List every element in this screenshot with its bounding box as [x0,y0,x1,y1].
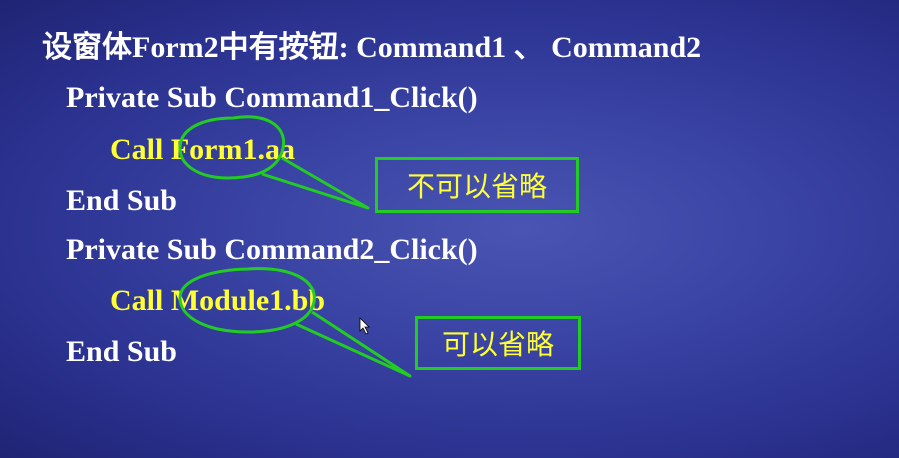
slide-heading: 设窗体Form2中有按钮: Command1 、 Command2 [42,31,702,64]
callout-omittable: 可以省略 [415,316,581,370]
code-line-sub2-declaration: Private Sub Command2_Click() [66,233,478,266]
mouse-cursor-icon [359,317,370,335]
code-line-call-form1: Call Form1.aa [110,133,295,166]
callout-annotations [178,115,412,378]
code-line-sub1-declaration: Private Sub Command1_Click() [66,81,478,114]
code-line-call-module1: Call Module1.bb [110,284,326,317]
module1-callout-tail [295,310,412,378]
callout-not-omittable: 不可以省略 [375,157,579,213]
code-line-end-sub1: End Sub [66,184,177,217]
code-line-end-sub2: End Sub [66,335,177,368]
